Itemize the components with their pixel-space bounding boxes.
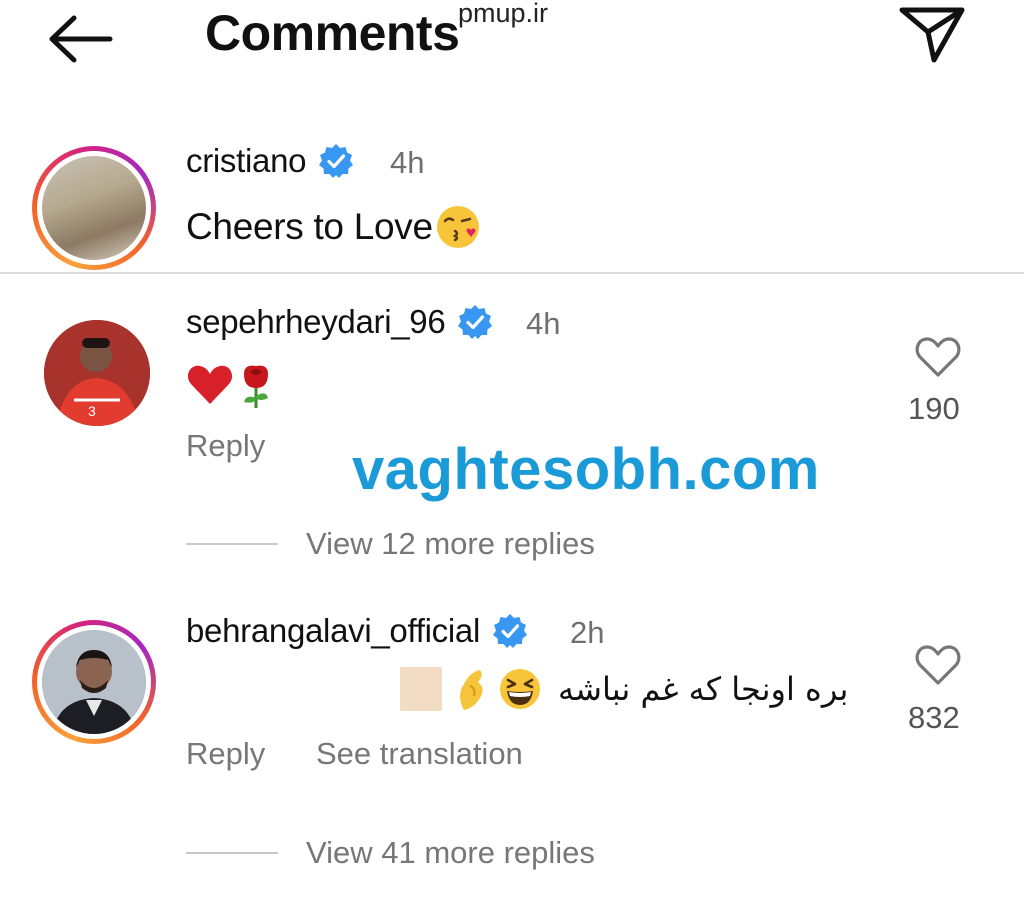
timestamp: 4h	[390, 145, 425, 180]
timestamp: 2h	[570, 615, 605, 650]
caption-text: Cheers to Love	[186, 206, 433, 247]
avatar[interactable]: 3	[44, 320, 150, 426]
back-button[interactable]	[44, 12, 116, 66]
verified-badge-icon	[458, 305, 493, 339]
heart-outline-icon	[915, 337, 961, 377]
comments-screen: Comments pmup.ir cristiano 4h Cheers to …	[0, 0, 1024, 907]
like-count: 832	[908, 700, 960, 735]
like-button[interactable]	[914, 336, 962, 378]
arrow-left-icon	[49, 15, 113, 63]
like-count: 190	[908, 391, 960, 426]
username-text: behrangalavi_official	[186, 612, 480, 649]
view-replies-label: View 12 more replies	[306, 526, 595, 561]
verified-badge-icon	[492, 614, 527, 648]
view-replies-button[interactable]: View 12 more replies	[186, 526, 595, 562]
divider	[186, 543, 278, 545]
comment-text: بره اونجا که غم نباشه	[558, 670, 849, 708]
avatar-photo	[42, 630, 146, 734]
comment-author[interactable]: sepehrheydari_96	[186, 303, 493, 341]
see-translation-button[interactable]: See translation	[316, 736, 523, 772]
comment-emojis	[186, 362, 274, 410]
svg-text:3: 3	[88, 403, 96, 419]
reply-button[interactable]: Reply	[186, 736, 265, 772]
paper-plane-icon	[899, 7, 965, 63]
username-text: sepehrheydari_96	[186, 303, 446, 340]
view-replies-button[interactable]: View 41 more replies	[186, 835, 595, 871]
red-heart-emoji-icon	[187, 365, 233, 404]
avatar-photo	[42, 156, 146, 260]
kiss-emoji-icon	[436, 206, 479, 248]
comment-author[interactable]: behrangalavi_official	[186, 612, 528, 650]
comment-text-row: بره اونجا که غم نباشه	[400, 666, 849, 712]
rose-emoji-icon	[244, 365, 268, 408]
timestamp: 4h	[526, 306, 561, 341]
view-replies-label: View 41 more replies	[306, 835, 595, 870]
share-button[interactable]	[898, 2, 968, 66]
heart-outline-icon	[915, 645, 961, 685]
divider	[0, 272, 1024, 274]
like-button[interactable]	[914, 644, 962, 686]
watermark-text: pmup.ir	[458, 0, 549, 28]
avatar[interactable]	[32, 146, 156, 270]
reply-button[interactable]: Reply	[186, 428, 265, 464]
grinning-squinting-emoji-icon	[500, 669, 540, 709]
verified-badge-icon	[319, 144, 354, 178]
username-text: cristiano	[186, 142, 307, 179]
caption-text-row: Cheers to Love	[186, 204, 481, 250]
avatar-photo: 3	[44, 320, 150, 426]
caption-author[interactable]: cristiano	[186, 142, 354, 180]
divider	[186, 852, 278, 854]
watermark-text: vaghtesobh.com	[352, 437, 820, 502]
pinched-fingers-emoji-icon	[460, 670, 483, 710]
page-title: Comments	[205, 5, 460, 61]
avatar[interactable]	[32, 620, 156, 744]
unsupported-glyph-icon	[400, 667, 442, 711]
